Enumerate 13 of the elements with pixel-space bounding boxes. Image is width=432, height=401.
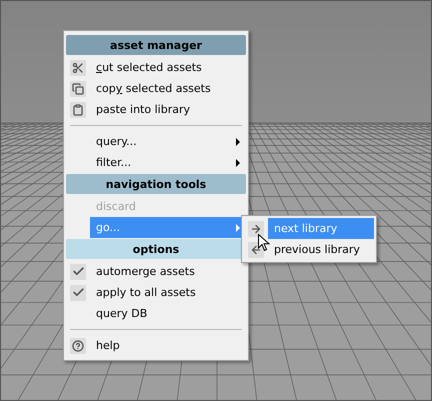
menu-item[interactable]: query... (90, 131, 246, 152)
menu-item[interactable]: query DB (90, 303, 246, 324)
menu-item[interactable]: help (90, 335, 246, 356)
menu-item[interactable]: automerge assets (90, 261, 246, 282)
menu-item: discard (95, 199, 137, 215)
section-header: asset manager (66, 35, 246, 55)
menu-item[interactable]: previous library (268, 239, 374, 260)
section-header: navigation tools (66, 174, 246, 194)
menu-item[interactable]: cut selected assets (90, 57, 246, 78)
menu-item[interactable]: apply to all assets (90, 282, 246, 303)
menu-item[interactable]: copy selected assets (90, 78, 246, 99)
menu-item[interactable]: filter... (90, 152, 246, 173)
menu-item[interactable]: paste into library (90, 99, 246, 120)
